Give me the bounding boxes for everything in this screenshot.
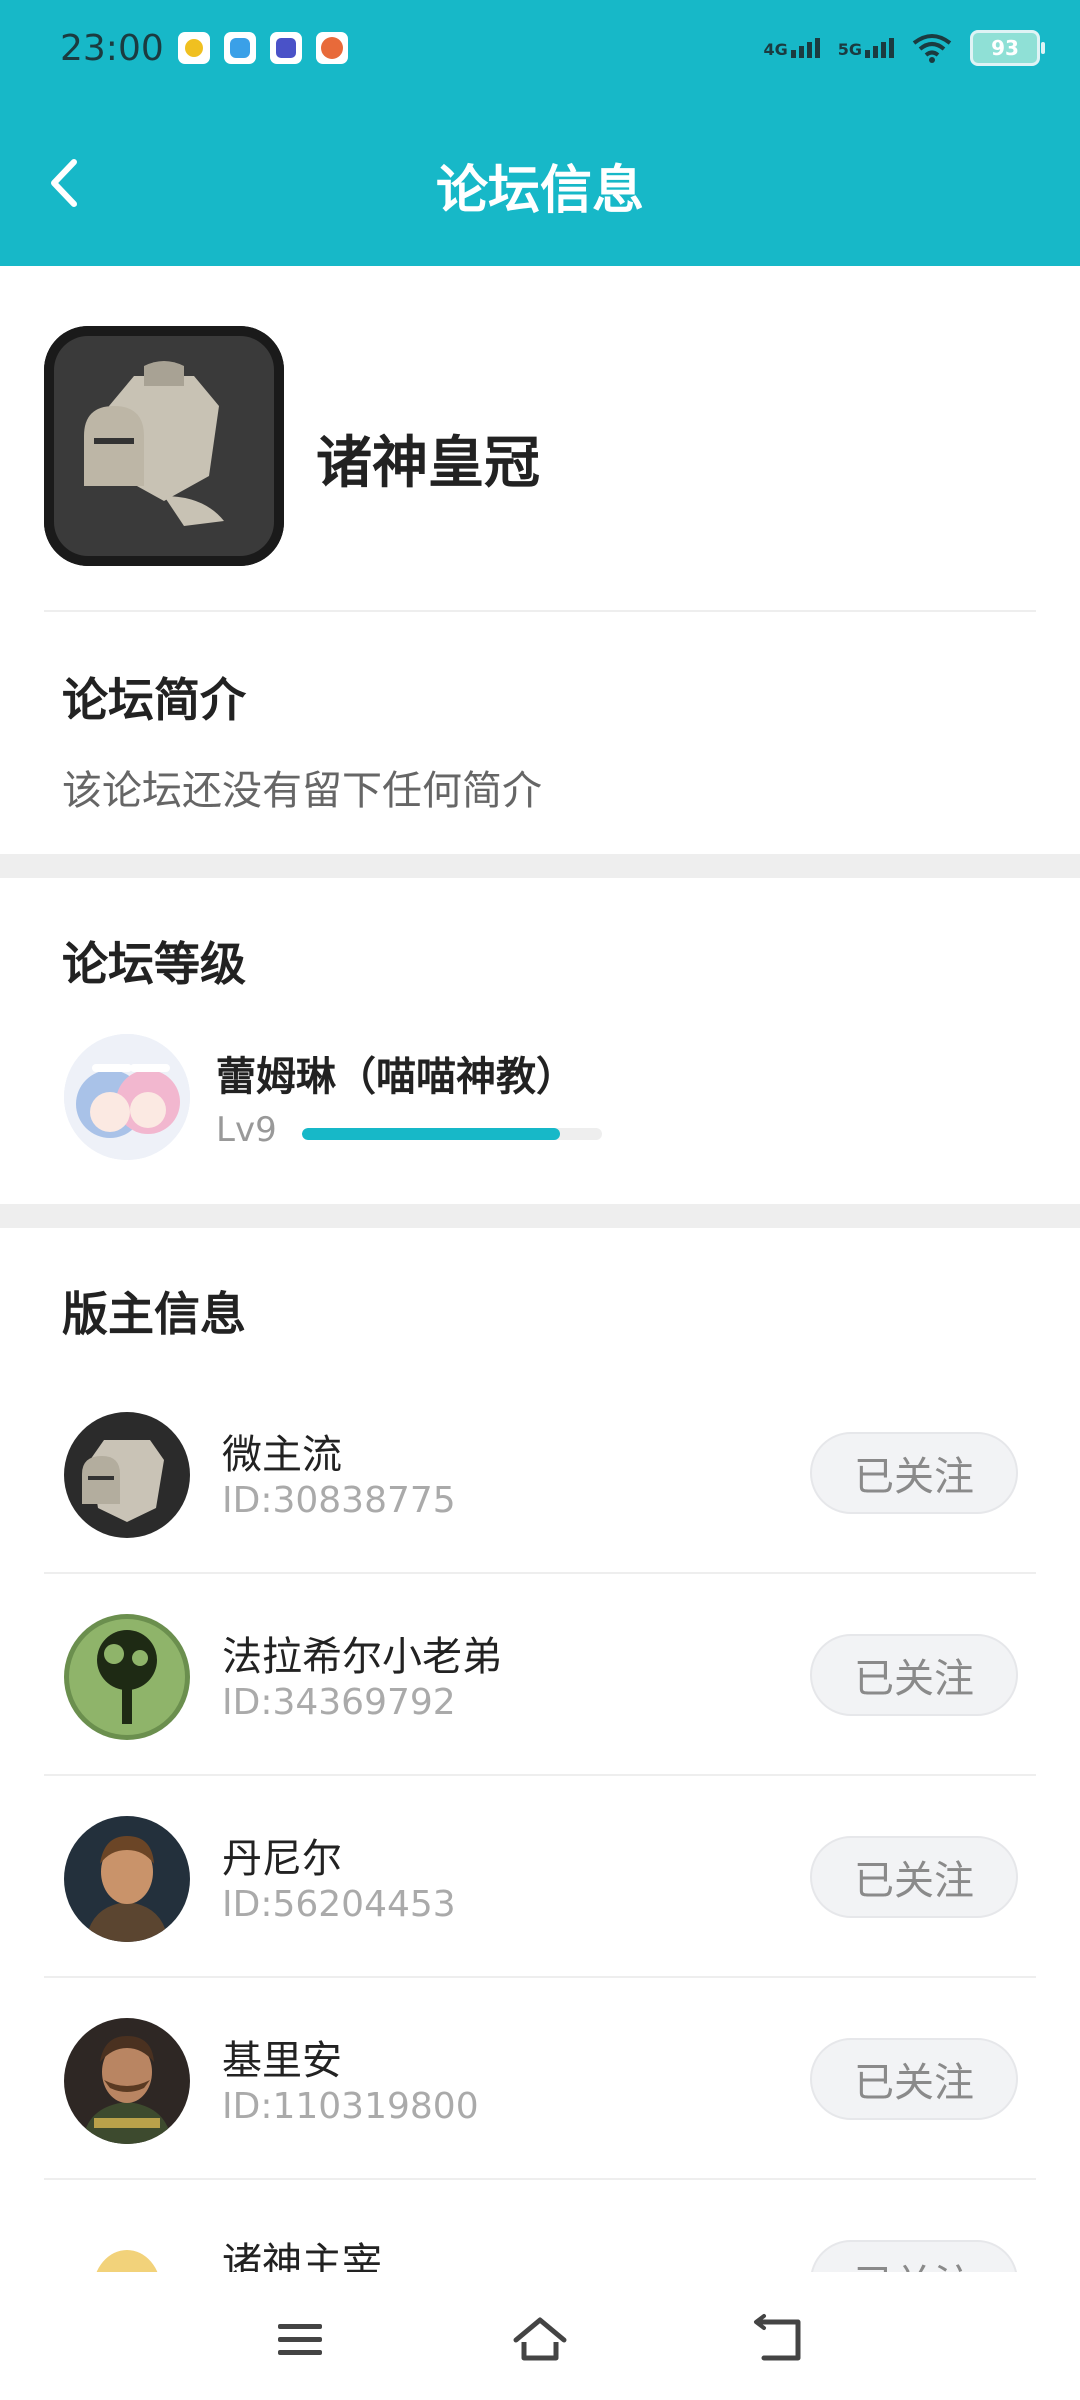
signal-5g-icon: 5G — [838, 38, 894, 58]
moderator-avatar[interactable] — [64, 1412, 190, 1538]
moderator-row[interactable]: 法拉希尔小老弟 ID:34369792 已关注 — [0, 1574, 1080, 1776]
moderator-name: 丹尼尔 — [222, 1836, 342, 1882]
status-indicators: 4G 5G 93 — [763, 30, 1045, 66]
status-app-icons — [178, 32, 348, 64]
app-header: 23:00 4G 5G 93 论坛信息 — [0, 0, 1080, 266]
battery-level: 93 — [991, 36, 1019, 60]
moderators-section-title: 版主信息 — [62, 1287, 246, 1341]
signal-4g-icon: 4G — [763, 38, 820, 59]
moderator-name: 微主流 — [222, 1432, 342, 1478]
moderator-id: ID:30838775 — [222, 1480, 456, 1521]
network-label-4g: 4G — [763, 40, 788, 59]
page-title: 论坛信息 — [435, 161, 644, 221]
level-user-avatar[interactable] — [64, 1034, 190, 1160]
divider — [44, 610, 1036, 612]
moderator-row[interactable]: 丹尼尔 ID:56204453 已关注 — [0, 1776, 1080, 1978]
network-label-5g: 5G — [837, 40, 862, 59]
moderator-id: ID:34369792 — [222, 1682, 456, 1723]
level-progress-bar — [302, 1128, 602, 1140]
intro-section-title: 论坛简介 — [62, 673, 246, 727]
level-section-title: 论坛等级 — [62, 937, 246, 991]
blue-app-icon — [224, 32, 256, 64]
home-icon[interactable] — [512, 2312, 568, 2368]
green-app-icon — [178, 32, 210, 64]
follow-button[interactable]: 已关注 — [810, 1836, 1018, 1918]
level-label: Lv9 — [216, 1110, 277, 1150]
section-gap — [0, 854, 1080, 878]
level-progress-fill — [302, 1128, 560, 1140]
section-gap — [0, 1204, 1080, 1228]
follow-button[interactable]: 已关注 — [810, 1432, 1018, 1514]
system-nav-bar — [0, 2272, 1080, 2400]
moderator-row[interactable]: 微主流 ID:30838775 已关注 — [0, 1372, 1080, 1574]
level-user-name[interactable]: 蕾姆琳（喵喵神教） — [216, 1044, 576, 1102]
moderator-avatar[interactable] — [64, 1816, 190, 1942]
forum-avatar — [44, 326, 284, 566]
moderator-id: ID:56204453 — [222, 1884, 456, 1925]
moderator-name: 法拉希尔小老弟 — [222, 1634, 502, 1680]
wifi-icon — [912, 34, 952, 63]
moderator-avatar[interactable] — [64, 2018, 190, 2144]
follow-button[interactable]: 已关注 — [810, 1634, 1018, 1716]
forum-name: 诸神皇冠 — [316, 431, 540, 496]
moderator-row[interactable]: 基里安 ID:110319800 已关注 — [0, 1978, 1080, 2180]
moderator-id: ID:110319800 — [222, 2086, 479, 2127]
follow-button[interactable]: 已关注 — [810, 2038, 1018, 2120]
moderator-name: 基里安 — [222, 2038, 342, 2084]
intro-text: 该论坛还没有留下任何简介 — [62, 768, 542, 814]
back-icon[interactable] — [752, 2312, 808, 2368]
moderator-avatar[interactable] — [64, 1614, 190, 1740]
status-time: 23:00 — [60, 28, 164, 69]
battery-icon: 93 — [970, 30, 1045, 66]
orange-app-icon — [316, 32, 348, 64]
purple-app-icon — [270, 32, 302, 64]
menu-icon[interactable] — [272, 2312, 328, 2368]
